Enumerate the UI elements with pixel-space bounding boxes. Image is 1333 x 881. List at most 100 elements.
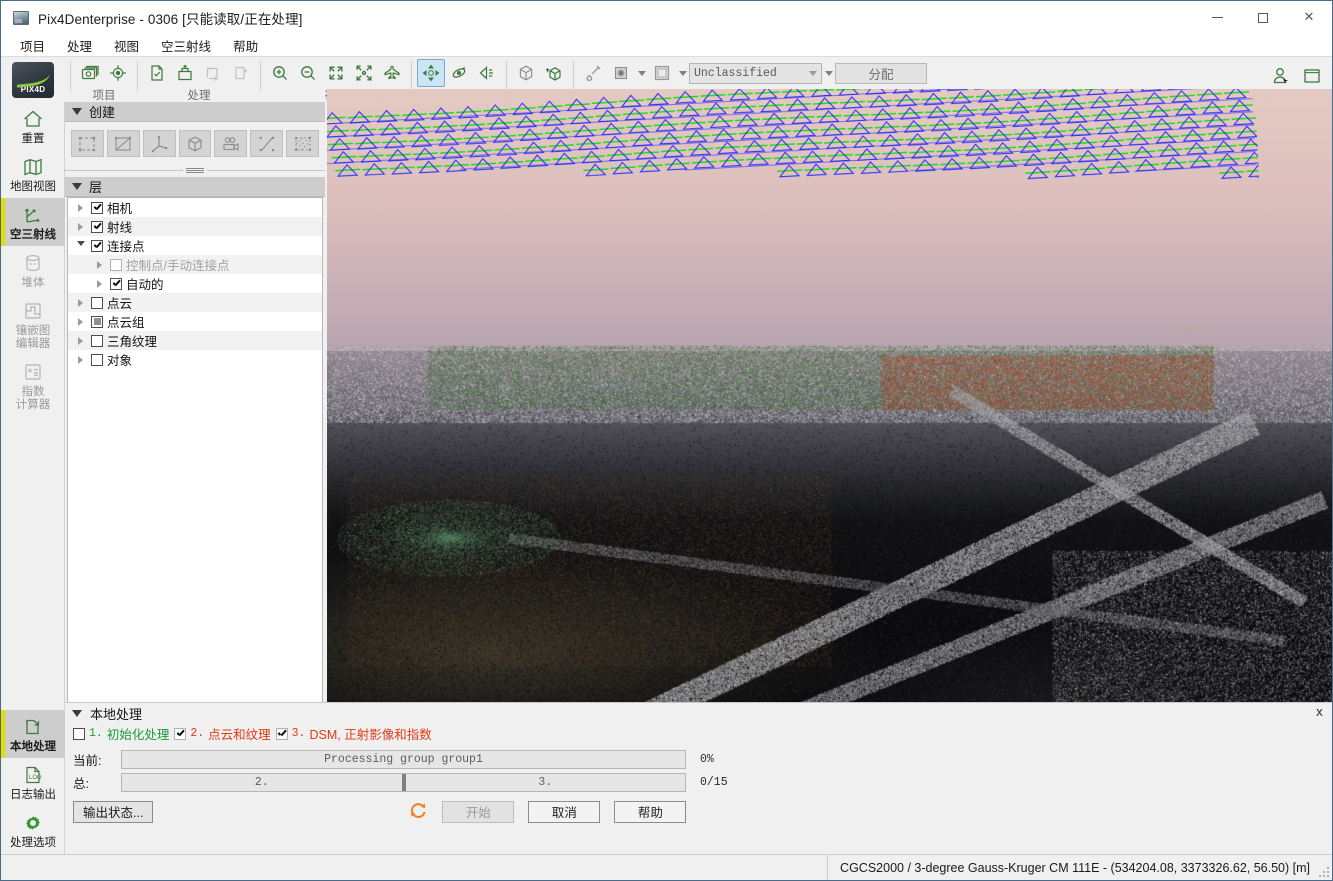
minimize-button[interactable]	[1194, 1, 1240, 34]
rail-item-ray-cloud[interactable]: 空三射线	[1, 198, 65, 246]
pan-navigate-icon[interactable]	[417, 59, 445, 87]
layer-row[interactable]: 对象	[68, 350, 322, 369]
rail-item-reset[interactable]: 重置	[1, 102, 65, 150]
processing-step-checkbox[interactable]	[275, 727, 288, 740]
selection-shape-icon[interactable]	[648, 59, 676, 87]
chevron-right-icon[interactable]	[74, 203, 87, 212]
save-project-icon[interactable]	[199, 59, 227, 87]
perspective-view-icon[interactable]	[473, 59, 501, 87]
layers-section-header[interactable]: 层	[65, 177, 325, 197]
chevron-right-icon[interactable]	[93, 260, 106, 269]
processing-step[interactable]: 1. 初始化处理	[73, 724, 169, 743]
chevron-right-icon[interactable]	[93, 279, 106, 288]
assign-button[interactable]: 分配	[835, 62, 927, 84]
toolbar-group-project: 项目	[76, 57, 132, 103]
create-polyline-icon[interactable]	[142, 130, 176, 157]
layer-visibility-checkbox[interactable]	[110, 277, 122, 290]
rotate-orbit-icon[interactable]	[445, 59, 473, 87]
create-surface-icon[interactable]	[106, 130, 140, 157]
menu-help[interactable]: 帮助	[222, 34, 269, 57]
rail-item-mosaic-editor[interactable]: 镶嵌图 编辑器	[1, 294, 65, 355]
clip-volume-icon[interactable]	[540, 59, 568, 87]
classification-extra-dropdown[interactable]	[822, 60, 835, 86]
layer-row[interactable]: 三角纹理	[68, 331, 322, 350]
layer-row[interactable]: 相机	[68, 198, 322, 217]
layer-row[interactable]: 自动的	[68, 274, 322, 293]
refresh-icon[interactable]	[408, 800, 428, 823]
menu-process[interactable]: 处理	[56, 34, 103, 57]
create-measure-icon[interactable]	[250, 130, 284, 157]
zoom-to-selection-icon[interactable]	[350, 59, 378, 87]
layer-row[interactable]: 控制点/手动连接点	[68, 255, 322, 274]
layer-visibility-checkbox[interactable]	[91, 353, 103, 366]
rail-item-log-output[interactable]: LOG 日志输出	[1, 758, 65, 806]
maximize-button[interactable]	[1240, 1, 1286, 34]
rail-item-local-processing[interactable]: 本地处理	[1, 710, 65, 758]
create-section-header[interactable]: 创建	[65, 102, 325, 122]
zoom-in-icon[interactable]	[266, 59, 294, 87]
layer-visibility-checkbox[interactable]	[91, 220, 103, 233]
resize-grip-icon[interactable]	[1318, 866, 1329, 877]
create-rectangle-icon[interactable]	[71, 130, 104, 157]
chevron-right-icon[interactable]	[74, 355, 87, 364]
rail-item-processing-options[interactable]: 处理选项	[1, 806, 65, 854]
selection-shape-dropdown[interactable]	[676, 60, 689, 86]
close-button[interactable]: ✕	[1286, 1, 1332, 34]
cancel-button[interactable]: 取消	[528, 800, 601, 823]
project-images-icon[interactable]	[76, 59, 104, 87]
create-volume-icon[interactable]	[178, 130, 212, 157]
toolbar-group-process: 处理	[143, 57, 255, 103]
processing-step[interactable]: 3. DSM, 正射影像和指数	[275, 724, 432, 743]
chevron-down-icon[interactable]	[74, 241, 87, 250]
3d-viewport[interactable]	[327, 89, 1332, 728]
processing-panel-header[interactable]: 本地处理 x	[65, 703, 1332, 723]
layer-visibility-checkbox[interactable]	[91, 334, 103, 347]
classification-combo[interactable]: Unclassified	[689, 62, 822, 84]
save-as-icon[interactable]	[227, 59, 255, 87]
selection-mode-dropdown[interactable]	[635, 60, 648, 86]
layer-visibility-checkbox[interactable]	[91, 296, 103, 309]
layer-visibility-checkbox[interactable]	[110, 258, 122, 271]
chevron-right-icon[interactable]	[74, 317, 87, 326]
help-button[interactable]: 帮助	[614, 800, 687, 823]
menu-bar: 项目 处理 视图 空三射线 帮助	[1, 34, 1332, 56]
rail-item-map-view[interactable]: 地图视图	[1, 150, 65, 198]
expander-glyph	[78, 317, 83, 326]
processing-panel-close-button[interactable]: x	[1316, 705, 1323, 719]
project-gcp-icon[interactable]	[104, 59, 132, 87]
start-button[interactable]: 开始	[442, 800, 515, 823]
selection-mode-icon[interactable]	[607, 59, 635, 87]
chevron-right-icon[interactable]	[74, 222, 87, 231]
create-camera-icon[interactable]	[214, 130, 248, 157]
layer-row[interactable]: 射线	[68, 217, 322, 236]
processing-step-checkbox[interactable]	[73, 727, 85, 740]
layer-visibility-checkbox[interactable]	[91, 315, 103, 328]
layer-visibility-checkbox[interactable]	[91, 239, 103, 252]
rail-item-index-calculator[interactable]: 指数 计算器	[1, 355, 65, 416]
fit-extent-icon[interactable]	[322, 59, 350, 87]
processing-step-checkbox[interactable]	[174, 727, 187, 740]
menu-project[interactable]: 项目	[9, 34, 56, 57]
zoom-out-icon[interactable]	[294, 59, 322, 87]
panel-toggle-icon[interactable]	[1302, 66, 1322, 89]
layer-row[interactable]: 点云组	[68, 312, 322, 331]
camera-view-icon[interactable]	[378, 59, 406, 87]
chevron-right-icon[interactable]	[74, 298, 87, 307]
menu-rays[interactable]: 空三射线	[150, 34, 222, 57]
new-project-icon[interactable]	[143, 59, 171, 87]
layers-tree[interactable]: 相机 射线 连接点 控制点/手动连接点 自动的 点云 点云组 三角纹理 对象	[67, 197, 323, 728]
user-icon[interactable]	[1270, 65, 1292, 90]
processing-step[interactable]: 2. 点云和纹理	[174, 724, 271, 743]
pick-classify-icon[interactable]	[579, 59, 607, 87]
menu-view[interactable]: 视图	[103, 34, 150, 57]
layer-row[interactable]: 连接点	[68, 236, 322, 255]
clip-box-icon[interactable]	[512, 59, 540, 87]
create-area-icon[interactable]	[286, 130, 320, 157]
rail-item-volume[interactable]: 堆体	[1, 246, 65, 294]
chevron-right-icon[interactable]	[74, 336, 87, 345]
layer-row[interactable]: 点云	[68, 293, 322, 312]
output-status-button[interactable]: 输出状态...	[73, 800, 154, 823]
panel-splitter[interactable]	[65, 163, 325, 177]
layer-visibility-checkbox[interactable]	[91, 201, 103, 214]
open-project-icon[interactable]	[171, 59, 199, 87]
